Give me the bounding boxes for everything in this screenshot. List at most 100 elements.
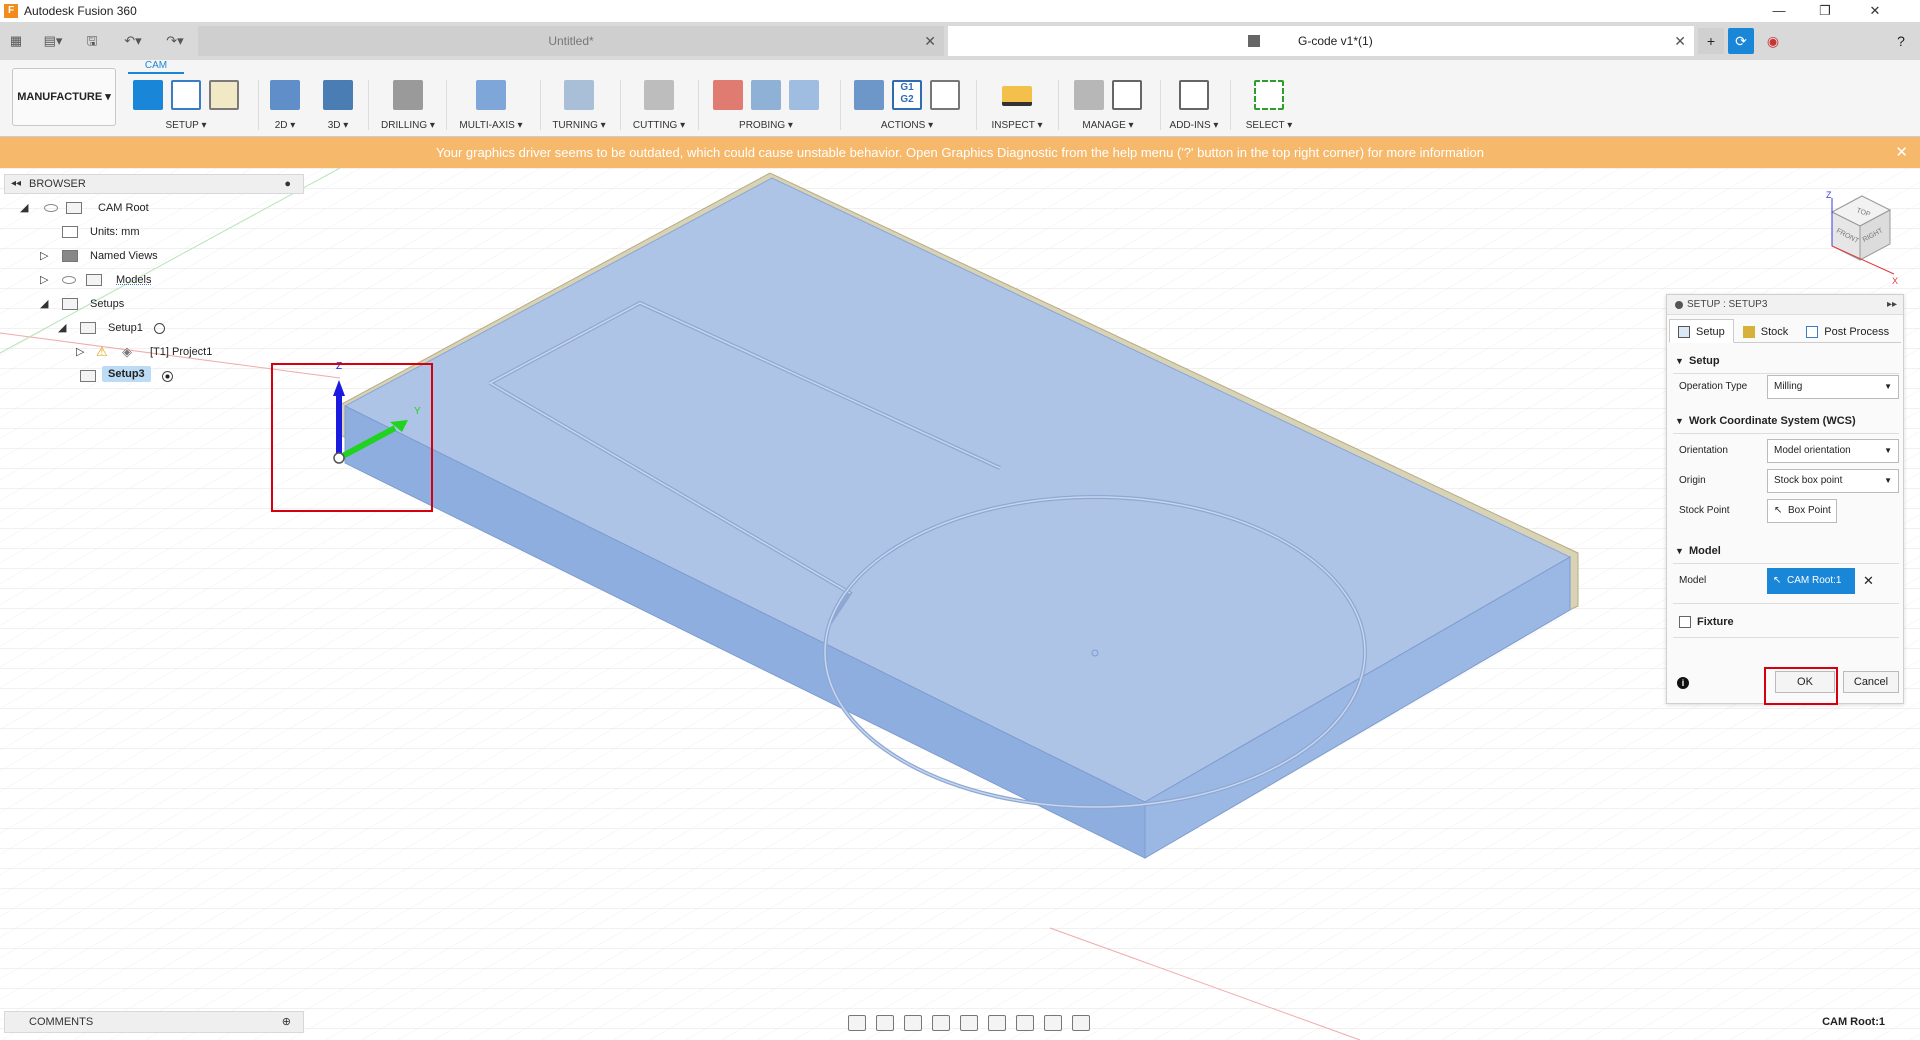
add-ins-menu[interactable]: ADD-INS ▾ (1166, 118, 1222, 134)
2d-menu[interactable]: 2D ▾ (264, 118, 306, 134)
clear-selection-icon[interactable]: ✕ (1863, 573, 1874, 589)
tree-item-setups[interactable]: ◢ Setups (4, 292, 304, 316)
template-icon[interactable] (1112, 80, 1142, 110)
setup-sheet-icon[interactable] (930, 80, 960, 110)
tool-library-icon[interactable] (1074, 80, 1104, 110)
active-radio-icon[interactable] (162, 371, 173, 382)
tab-gcode[interactable]: G-code v1*(1) ✕ (948, 26, 1694, 56)
look-at-icon[interactable] (876, 1015, 894, 1031)
viewcube[interactable]: TOP FRONT RIGHT Z X (1800, 188, 1900, 288)
turning-menu[interactable]: TURNING ▾ (546, 118, 612, 134)
folder-icon[interactable] (209, 80, 239, 110)
fit-icon[interactable] (960, 1015, 978, 1031)
simulate-icon[interactable] (854, 80, 884, 110)
environment-icon[interactable] (1072, 1015, 1090, 1031)
orientation-select[interactable]: Model orientation ▼ (1767, 439, 1899, 463)
multi-axis-icon[interactable] (476, 80, 506, 110)
close-tab-icon[interactable]: ✕ (1674, 26, 1686, 56)
select-icon[interactable] (1254, 80, 1284, 110)
measure-icon[interactable] (1002, 86, 1032, 106)
cancel-button[interactable]: Cancel (1843, 671, 1899, 693)
3d-menu[interactable]: 3D ▾ (316, 118, 360, 134)
browser-pin-icon[interactable]: ● (284, 175, 291, 193)
inspect-menu[interactable]: INSPECT ▾ (982, 118, 1052, 134)
expand-arrow-icon[interactable]: ▷ (40, 268, 52, 292)
save-icon[interactable]: 🖫 (82, 30, 102, 52)
collapse-browser-icon[interactable]: ◂◂ (11, 175, 21, 193)
maximize-icon[interactable]: ❐ (1802, 0, 1848, 22)
tree-item-cam-root[interactable]: ◢ CAM Root (4, 196, 304, 220)
probe-geometry-icon[interactable] (751, 80, 781, 110)
stock-point-button[interactable]: ↖ Box Point (1767, 499, 1837, 523)
orbit-icon[interactable] (848, 1015, 866, 1031)
tree-item-setup3[interactable]: Setup3 (4, 364, 304, 388)
new-setup-icon[interactable] (133, 80, 163, 110)
viewports-icon[interactable] (1044, 1015, 1062, 1031)
undo-icon[interactable]: ↶▾ (116, 30, 150, 52)
manage-menu[interactable]: MANAGE ▾ (1064, 118, 1152, 134)
grid-settings-icon[interactable] (1016, 1015, 1034, 1031)
tree-item-setup1[interactable]: ◢ Setup1 (4, 316, 304, 340)
visibility-eye-icon[interactable] (62, 276, 76, 284)
tab-cam[interactable]: CAM (128, 60, 184, 74)
turning-icon[interactable] (564, 80, 594, 110)
display-settings-icon[interactable] (988, 1015, 1006, 1031)
visibility-eye-icon[interactable] (44, 204, 58, 212)
operation-type-select[interactable]: Milling ▼ (1767, 375, 1899, 399)
notifications-icon[interactable]: ◉ (1760, 28, 1786, 54)
3d-toolpath-icon[interactable] (323, 80, 353, 110)
tree-item-models[interactable]: ▷ Models (4, 268, 304, 292)
cutting-menu[interactable]: CUTTING ▾ (626, 118, 692, 134)
collapse-arrow-icon[interactable]: ◢ (20, 196, 32, 220)
tree-item-project1[interactable]: ▷ ⚠ ◈ [T1] Project1 (4, 340, 304, 364)
tab-post-process[interactable]: Post Process (1797, 319, 1898, 343)
section-model[interactable]: ▼ Model (1673, 541, 1899, 561)
model-selection-button[interactable]: ↖ CAM Root:1 (1767, 568, 1855, 594)
browser-header[interactable]: ◂◂ BROWSER ● (4, 174, 304, 194)
minimize-icon[interactable]: — (1756, 0, 1802, 22)
2d-toolpath-icon[interactable] (270, 80, 300, 110)
tab-setup[interactable]: Setup (1669, 319, 1734, 343)
setup-menu[interactable]: SETUP ▾ (126, 118, 246, 134)
expand-dialog-icon[interactable]: ▸▸ (1887, 295, 1897, 315)
section-setup[interactable]: ▼ Setup (1673, 351, 1899, 371)
workspace-switcher[interactable]: MANUFACTURE ▾ (12, 68, 116, 126)
expand-arrow-icon[interactable]: ▷ (40, 244, 52, 268)
probe-wcs-icon[interactable] (713, 80, 743, 110)
surface-inspection-icon[interactable] (789, 80, 819, 110)
probing-menu[interactable]: PROBING ▾ (704, 118, 828, 134)
redo-icon[interactable]: ↷▾ (158, 30, 192, 52)
info-icon[interactable]: i (1677, 677, 1689, 689)
close-tab-icon[interactable]: ✕ (924, 26, 936, 56)
tab-stock[interactable]: Stock (1734, 319, 1798, 343)
drill-icon[interactable] (393, 80, 423, 110)
select-menu[interactable]: SELECT ▾ (1236, 118, 1302, 134)
pan-icon[interactable] (904, 1015, 922, 1031)
job-status-icon[interactable]: ⟳ (1728, 28, 1754, 54)
actions-menu[interactable]: ACTIONS ▾ (846, 118, 968, 134)
activate-radio-icon[interactable] (154, 323, 165, 334)
scripts-icon[interactable] (1179, 80, 1209, 110)
drilling-menu[interactable]: DRILLING ▾ (374, 118, 442, 134)
section-wcs[interactable]: ▼ Work Coordinate System (WCS) (1673, 411, 1899, 431)
file-menu-icon[interactable]: ▤▾ (38, 30, 68, 52)
add-comment-icon[interactable]: ⊕ (282, 1012, 291, 1032)
post-process-icon[interactable]: G1 G2 (892, 80, 922, 110)
tree-item-named-views[interactable]: ▷ Named Views (4, 244, 304, 268)
nc-program-icon[interactable] (171, 80, 201, 110)
close-window-icon[interactable]: ✕ (1852, 0, 1898, 22)
tab-untitled[interactable]: Untitled* ✕ (198, 26, 944, 56)
tree-item-units[interactable]: Units: mm (4, 220, 304, 244)
help-icon[interactable]: ? (1888, 28, 1914, 54)
new-tab-icon[interactable]: + (1698, 28, 1724, 54)
multi-axis-menu[interactable]: MULTI-AXIS ▾ (452, 118, 530, 134)
origin-select[interactable]: Stock box point ▼ (1767, 469, 1899, 493)
collapse-arrow-icon[interactable]: ◢ (58, 316, 70, 340)
dialog-titlebar[interactable]: SETUP : SETUP3 ▸▸ (1667, 295, 1903, 315)
expand-arrow-icon[interactable]: ▷ (76, 340, 88, 364)
close-banner-icon[interactable]: ✕ (1895, 137, 1908, 168)
zoom-icon[interactable] (932, 1015, 950, 1031)
apps-grid-icon[interactable]: ▦ (6, 30, 26, 52)
cutting-icon[interactable] (644, 80, 674, 110)
comments-panel[interactable]: COMMENTS ⊕ (4, 1011, 304, 1033)
